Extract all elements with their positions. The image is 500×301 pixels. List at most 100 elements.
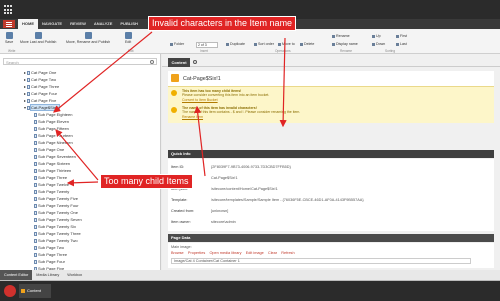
tree-item-label: Sub Page Twenty Six xyxy=(38,224,76,229)
tree-item[interactable]: Sub Page Nineteen xyxy=(34,139,73,146)
publish-icon xyxy=(34,32,42,39)
tree-item-label: Sub Page Eleven xyxy=(38,119,69,124)
tab-navigate[interactable]: NAVIGATE xyxy=(38,19,66,29)
delete-button[interactable]: Delete xyxy=(300,42,314,46)
chevron-down-icon[interactable] xyxy=(24,106,26,109)
tree-item[interactable]: Sub Page Fifteen xyxy=(34,125,69,132)
tab-content[interactable]: Content xyxy=(168,58,190,67)
page-icon xyxy=(27,84,30,89)
tree-item[interactable]: Sub Page Eighteen xyxy=(34,111,72,118)
tab-home[interactable]: HOME xyxy=(18,19,38,29)
down-button[interactable]: Down xyxy=(372,42,385,46)
browse-link[interactable]: Browse xyxy=(171,251,184,255)
edit-button[interactable]: Edit xyxy=(125,32,132,44)
search-input[interactable]: Search xyxy=(3,58,157,65)
group-label-insert: Insert xyxy=(200,49,208,53)
tree-item-label: Sub Page One xyxy=(38,147,65,152)
tab-publish[interactable]: PUBLISH xyxy=(116,19,142,29)
tree-item-label: Sub Page Twenty Two xyxy=(38,238,78,243)
refresh-link[interactable]: Refresh xyxy=(281,251,294,255)
page-icon xyxy=(34,161,37,166)
move-last-publish-button[interactable]: Move Last and Publish xyxy=(20,32,56,44)
page-data-header[interactable]: Page Data xyxy=(168,234,494,242)
tree-item[interactable]: Sub Page Twenty Six xyxy=(34,223,76,230)
tree-item-label: Sub Page Seventeen xyxy=(38,154,76,159)
tree-item[interactable]: Cat Page One xyxy=(24,69,56,76)
display-name-button[interactable]: Display name xyxy=(332,42,358,46)
tree-item[interactable]: Sub Page Twenty Three xyxy=(34,230,81,237)
tree-item[interactable]: Sub Page Twenty xyxy=(34,188,69,195)
chevron-right-icon[interactable] xyxy=(24,99,26,102)
image-field[interactable]: Image/Cat 4 Container/Cat Container 1 xyxy=(171,258,471,264)
tree-item[interactable]: Sub Page Sixteen xyxy=(34,160,70,167)
tab-review[interactable]: REVIEW xyxy=(66,19,90,29)
tree-item[interactable]: Sub Page One xyxy=(34,146,64,153)
tree-item[interactable]: Sub Page Seventeen xyxy=(34,153,76,160)
page-counter[interactable]: 2 of 3 xyxy=(196,42,218,48)
edit-image-link[interactable]: Edit image xyxy=(246,251,264,255)
tree-item[interactable]: Sub Page Thirteen xyxy=(34,167,71,174)
move-rename-publish-button[interactable]: Move, Rename and Publish xyxy=(66,32,110,44)
save-button[interactable]: Save xyxy=(5,32,13,44)
search-icon[interactable] xyxy=(150,60,154,64)
page-icon xyxy=(34,196,37,201)
page-icon xyxy=(34,175,37,180)
tree-item[interactable]: Sub Page Twenty Four xyxy=(34,202,79,209)
tree-item[interactable]: Sub Page Twenty Five xyxy=(34,195,78,202)
application-tabs: Content Editor Media Library Workbox xyxy=(0,270,500,281)
sitecore-start-button[interactable] xyxy=(4,285,16,297)
chevron-right-icon[interactable] xyxy=(24,78,26,81)
rename-button[interactable]: Rename xyxy=(332,34,350,38)
group-label-write: Write xyxy=(8,49,16,53)
tree-item[interactable]: Sub Page Four xyxy=(34,258,65,265)
tree-item[interactable]: Sub Page Twelve xyxy=(34,181,69,188)
tree-item-label: Sub Page Twenty Seven xyxy=(38,217,82,222)
tree-item[interactable]: Cat Page Three xyxy=(24,83,59,90)
page-icon xyxy=(34,189,37,194)
tree-item[interactable]: Cat Page Five xyxy=(24,97,56,104)
move-to-button[interactable]: Move to xyxy=(278,42,295,46)
tree-item[interactable]: Cat Page Two xyxy=(24,76,56,83)
up-button[interactable]: Up xyxy=(372,34,381,38)
tree-item[interactable]: Sub Page Twenty Seven xyxy=(34,216,82,223)
duplicate-button[interactable]: Duplicate xyxy=(226,42,245,46)
tree-item-label: Sub Page Three xyxy=(38,175,68,180)
folder-button[interactable]: Folder xyxy=(170,42,184,46)
tab-content-editor[interactable]: Content Editor xyxy=(0,270,33,280)
tree-item[interactable]: Sub Page Fourteen xyxy=(34,132,73,139)
rename-item-link[interactable]: Rename Item xyxy=(182,115,300,119)
page-icon xyxy=(27,105,30,110)
tab-media-library[interactable]: Media Library xyxy=(32,270,63,280)
last-button[interactable]: Last xyxy=(396,42,407,46)
taskbar-content-editor[interactable]: Content Editor xyxy=(19,284,51,298)
convert-bucket-link[interactable]: Convert to Item Bucket xyxy=(182,98,269,102)
chevron-right-icon[interactable] xyxy=(24,85,26,88)
chevron-right-icon[interactable] xyxy=(24,92,26,95)
first-button[interactable]: First xyxy=(396,34,407,38)
tree-item[interactable]: Sub Page Two xyxy=(34,244,64,251)
tree-item[interactable]: Cat Page Four xyxy=(24,90,57,97)
search-icon[interactable] xyxy=(193,60,197,64)
sort-order-button[interactable]: Sort order xyxy=(254,42,274,46)
tree-item-label: Cat Page Four xyxy=(31,91,58,96)
properties-link[interactable]: Properties xyxy=(188,251,205,255)
tree-item[interactable]: Sub Page Three xyxy=(34,174,67,181)
chevron-right-icon[interactable] xyxy=(24,71,26,74)
tree-item[interactable]: Sub Page Three xyxy=(34,251,67,258)
tree-item[interactable]: Sub Page Eleven xyxy=(34,118,69,125)
page-icon xyxy=(34,112,37,117)
tree-item[interactable]: Sub Page Twenty One xyxy=(34,209,78,216)
clear-link[interactable]: Clear xyxy=(268,251,277,255)
app-grid-icon[interactable] xyxy=(4,5,14,15)
tab-workbox[interactable]: Workbox xyxy=(63,270,86,280)
quick-info-header[interactable]: Quick Info xyxy=(168,150,494,158)
tree-item[interactable]: Cat-Page$Six!1 xyxy=(24,104,61,111)
tab-analyze[interactable]: ANALYZE xyxy=(90,19,117,29)
arrow-down-icon xyxy=(372,42,375,46)
tree-item[interactable]: Sub Page Twenty Two xyxy=(34,237,78,244)
tree-item-label: Cat Page Five xyxy=(31,98,57,103)
open-media-library-link[interactable]: Open media library xyxy=(209,251,241,255)
move-icon xyxy=(278,42,281,46)
menu-icon[interactable] xyxy=(3,20,15,28)
editor-tabs: Content xyxy=(162,58,500,67)
